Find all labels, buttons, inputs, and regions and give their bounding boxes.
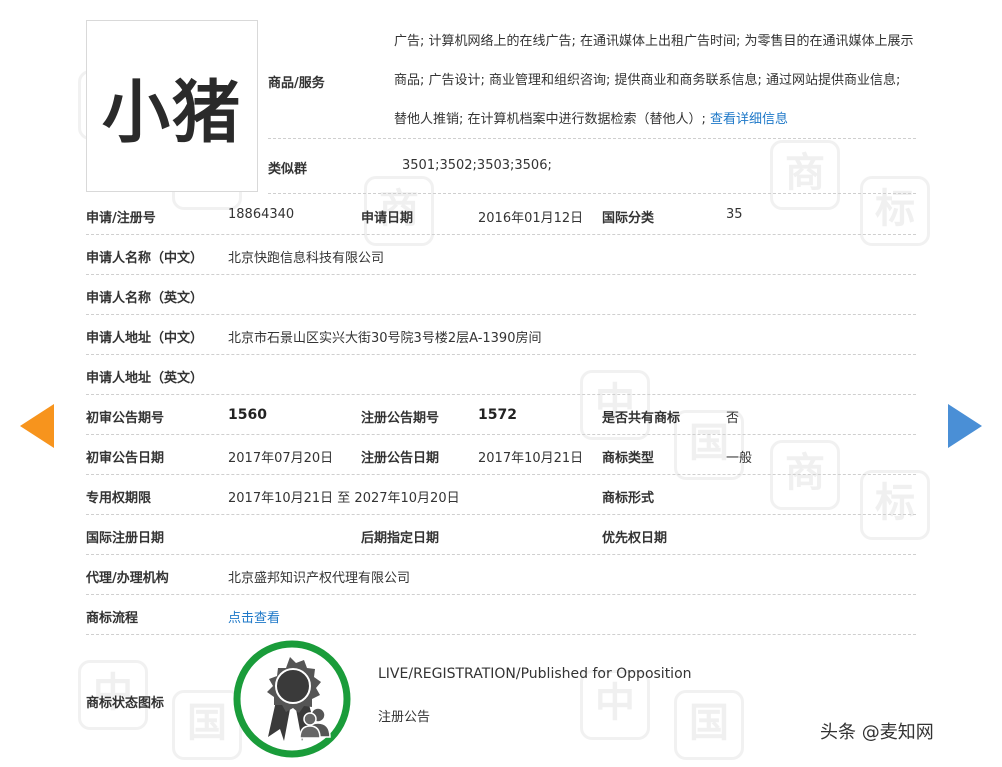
reg-pub-number-value: 1572 xyxy=(478,407,517,423)
trademark-type-label: 商标类型 xyxy=(602,451,655,466)
registration-badge-icon xyxy=(233,640,351,758)
applicant-address-cn-label: 申请人地址（中文） xyxy=(86,331,204,346)
trademark-detail-panel: 小猪 商品/服务 广告; 计算机网络上的在线广告; 在通讯媒体上出租广告时间; … xyxy=(86,0,916,767)
reg-pub-number-label: 注册公告期号 xyxy=(361,411,440,426)
priority-date-label: 优先权日期 xyxy=(602,531,668,546)
info-row: 专用权期限 2017年10月21日 至 2027年10月20日 商标形式 xyxy=(86,474,916,515)
application-number-value: 18864340 xyxy=(228,207,295,222)
applicant-name-cn-value: 北京快跑信息科技有限公司 xyxy=(228,251,385,266)
trademark-process-label: 商标流程 xyxy=(86,611,139,626)
goods-services-list: 广告; 计算机网络上的在线广告; 在通讯媒体上出租广告时间; 为零售目的在通讯媒… xyxy=(394,34,914,127)
info-row: 国际注册日期 后期指定日期 优先权日期 xyxy=(86,514,916,555)
applicant-address-en-label: 申请人地址（英文） xyxy=(86,371,204,386)
info-row: 申请人名称（英文） xyxy=(86,274,916,315)
trademark-logo-text: 小猪 xyxy=(101,73,242,153)
reg-pub-date-value: 2017年10月21日 xyxy=(478,451,584,466)
applicant-address-cn-value: 北京市石景山区实兴大街30号院3号楼2层A-1390房间 xyxy=(228,331,542,346)
prev-arrow-button[interactable] xyxy=(20,404,54,448)
prelim-pub-date-label: 初审公告日期 xyxy=(86,451,165,466)
exclusive-right-period-label: 专用权期限 xyxy=(86,491,152,506)
trademark-type-value: 一般 xyxy=(726,451,753,466)
exclusive-right-period-value: 2017年10月21日 至 2027年10月20日 xyxy=(228,491,460,506)
prelim-pub-date-value: 2017年07月20日 xyxy=(228,451,334,466)
intl-class-label: 国际分类 xyxy=(602,211,655,226)
goods-services-label: 商品/服务 xyxy=(268,76,325,91)
agency-value: 北京盛邦知识产权代理有限公司 xyxy=(228,571,411,586)
reg-pub-date-label: 注册公告日期 xyxy=(361,451,440,466)
view-details-link[interactable]: 查看详细信息 xyxy=(710,112,788,127)
prelim-pub-number-value: 1560 xyxy=(228,407,267,423)
divider xyxy=(268,138,916,139)
info-row: 商标流程 点击查看 xyxy=(86,594,916,635)
info-row: 初审公告期号 1560 注册公告期号 1572 是否共有商标 否 xyxy=(86,394,916,435)
view-process-link[interactable]: 点击查看 xyxy=(228,607,280,626)
info-row: 初审公告日期 2017年07月20日 注册公告日期 2017年10月21日 商标… xyxy=(86,434,916,475)
status-english-text: LIVE/REGISTRATION/Published for Oppositi… xyxy=(378,666,692,682)
shared-trademark-value: 否 xyxy=(726,411,740,426)
status-section: 商标状态图标 LIVE/REGISTRATION/Published for O… xyxy=(86,634,916,767)
next-arrow-button[interactable] xyxy=(948,404,982,448)
applicant-name-cn-label: 申请人名称（中文） xyxy=(86,251,204,266)
applicant-name-en-label: 申请人名称（英文） xyxy=(86,291,204,306)
goods-services-text: 广告; 计算机网络上的在线广告; 在通讯媒体上出租广告时间; 为零售目的在通讯媒… xyxy=(394,22,916,139)
application-date-value: 2016年01月12日 xyxy=(478,211,584,226)
shared-trademark-label: 是否共有商标 xyxy=(602,411,681,426)
prelim-pub-number-label: 初审公告期号 xyxy=(86,411,165,426)
intl-class-value: 35 xyxy=(726,207,743,222)
application-number-label: 申请/注册号 xyxy=(86,211,156,226)
info-row: 申请人名称（中文） 北京快跑信息科技有限公司 xyxy=(86,234,916,275)
source-watermark-text: 头条 @麦知网 xyxy=(820,722,934,743)
status-icon-label: 商标状态图标 xyxy=(86,696,165,711)
info-row: 申请人地址（英文） xyxy=(86,354,916,395)
trademark-form-label: 商标形式 xyxy=(602,491,655,506)
info-row: 申请人地址（中文） 北京市石景山区实兴大街30号院3号楼2层A-1390房间 xyxy=(86,314,916,355)
similar-group-value: 3501;3502;3503;3506; xyxy=(402,158,552,173)
trademark-logo: 小猪 xyxy=(86,20,258,192)
agency-label: 代理/办理机构 xyxy=(86,571,169,586)
info-row: 申请/注册号 18864340 申请日期 2016年01月12日 国际分类 35 xyxy=(86,194,916,235)
similar-group-label: 类似群 xyxy=(268,162,308,177)
intl-reg-date-label: 国际注册日期 xyxy=(86,531,165,546)
info-row: 代理/办理机构 北京盛邦知识产权代理有限公司 xyxy=(86,554,916,595)
status-chinese-text: 注册公告 xyxy=(378,710,431,725)
later-designation-date-label: 后期指定日期 xyxy=(361,531,440,546)
application-date-label: 申请日期 xyxy=(361,211,414,226)
